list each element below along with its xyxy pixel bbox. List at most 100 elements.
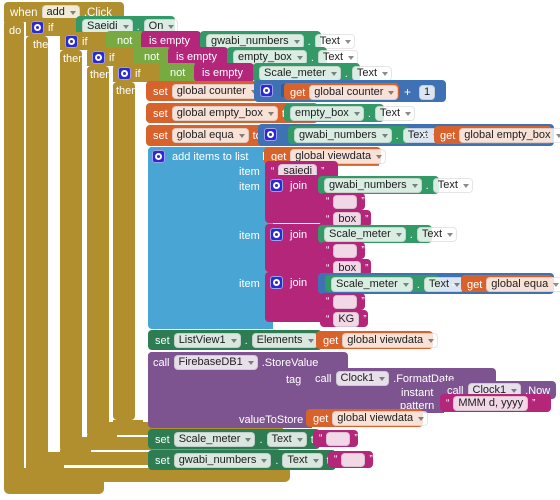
chevron-down-icon — [376, 154, 383, 159]
mutator-gear-icon[interactable] — [270, 228, 283, 241]
get-global-counter-dropdown[interactable]: global counter — [309, 85, 399, 100]
mutator-gear-icon[interactable] — [65, 35, 78, 48]
empty-box-component-dropdown[interactable]: empty_box — [290, 106, 364, 121]
set-scale-meter-text-block[interactable]: set Scale_meter . Text to — [148, 429, 320, 449]
quote-open: “ — [326, 245, 330, 256]
text-block-kg[interactable]: “ KG ” — [320, 310, 368, 327]
if-block-1-closing-foot — [26, 465, 64, 480]
dot-separator: . — [310, 51, 314, 64]
global-equa-dropdown[interactable]: global equa — [171, 128, 249, 143]
getter-empty-box-text-2[interactable]: empty_box . Text — [284, 104, 416, 122]
mutator-gear-icon[interactable] — [260, 84, 273, 97]
get-global-counter-block[interactable]: get global counter — [284, 83, 399, 100]
scale-meter-property-dropdown[interactable]: Text — [423, 277, 465, 292]
quote-open: “ — [326, 313, 330, 325]
get-global-equa-block[interactable]: get global equa — [461, 275, 560, 292]
global-counter-dropdown[interactable]: global counter — [171, 84, 261, 99]
text-block-date-pattern[interactable]: “ MMM d, yyyy ” — [440, 394, 551, 412]
set-listview1-elements-block[interactable]: set ListView1 . Elements to — [148, 330, 331, 350]
mutator-gear-icon[interactable] — [152, 150, 165, 163]
clock1-component-dropdown[interactable]: Clock1 — [335, 371, 390, 386]
mutator-gear-icon[interactable] — [92, 51, 105, 64]
join-label: join — [290, 228, 308, 241]
dot-separator: . — [416, 278, 420, 291]
not-label: not — [144, 51, 160, 63]
not-block-3[interactable]: not — [159, 63, 197, 82]
scale-meter-property-dropdown[interactable]: Text — [351, 66, 393, 81]
not-label: not — [117, 35, 133, 47]
listview-property-dropdown[interactable]: Elements — [251, 333, 318, 348]
gwabi-property-dropdown[interactable]: Text — [432, 178, 473, 193]
blocks-canvas[interactable]: when add .Click do if then Saeidi . On i… — [0, 0, 560, 500]
if-2-label: if — [82, 35, 88, 48]
set-gwabi-numbers-text-block[interactable]: set gwabi_numbers . Text to — [148, 450, 336, 470]
gwabi-component-dropdown[interactable]: gwabi_numbers — [173, 453, 272, 468]
number-block-1[interactable]: 1 — [414, 83, 440, 100]
text-block-empty-4[interactable]: “ ” — [313, 430, 358, 447]
number-value-field[interactable]: 1 — [419, 85, 436, 100]
text-value-field[interactable]: MMM d, yyyy — [453, 396, 529, 411]
scale-meter-component-dropdown[interactable]: Scale_meter — [259, 66, 341, 81]
empty-box-property-dropdown[interactable]: Text — [374, 106, 416, 121]
is-empty-block-3[interactable]: is empty — [194, 63, 254, 82]
mutator-gear-icon[interactable] — [264, 128, 277, 141]
scale-meter-component-dropdown[interactable]: Scale_meter — [331, 277, 413, 292]
chevron-down-icon — [379, 376, 386, 381]
join-2-header: join — [270, 228, 307, 241]
get-global-empty-box-block[interactable]: get global empty_box — [434, 126, 560, 144]
mutator-gear-icon[interactable] — [270, 179, 283, 192]
text-value-field[interactable] — [333, 244, 358, 258]
gwabi-property-dropdown[interactable]: Text — [282, 453, 323, 468]
quote-close: ” — [369, 454, 373, 465]
chevron-down-icon — [293, 39, 300, 44]
text-value-field[interactable] — [333, 195, 358, 209]
listview-component-dropdown[interactable]: ListView1 — [173, 333, 241, 348]
chevron-down-icon — [122, 24, 129, 29]
is-empty-label: is empty — [149, 35, 190, 47]
text-value-field[interactable] — [333, 295, 358, 309]
firebase-component-dropdown[interactable]: FirebaseDB1 — [173, 355, 258, 370]
text-block-empty-3[interactable]: “ ” — [320, 293, 365, 310]
get-global-equa-dropdown[interactable]: global equa — [486, 277, 560, 292]
get-global-viewdata-dropdown[interactable]: global viewdata — [332, 411, 429, 426]
get-global-viewdata-block-2[interactable]: get global viewdata — [316, 331, 439, 349]
get-global-viewdata-block-3[interactable]: get global viewdata — [306, 409, 429, 427]
mutator-gear-icon[interactable] — [31, 21, 44, 34]
text-block-empty-5[interactable]: “ ” — [328, 451, 373, 468]
join-1-header: join — [270, 179, 307, 192]
quote-close: ” — [354, 433, 358, 444]
mutator-gear-icon[interactable] — [118, 67, 131, 80]
getter-gwabi-numbers-text-3[interactable]: gwabi_numbers . Text — [318, 176, 473, 194]
getter-scale-meter-text-2[interactable]: Scale_meter . Text — [318, 225, 458, 243]
get-global-viewdata-dropdown[interactable]: global viewdata — [342, 333, 439, 348]
chevron-down-icon — [296, 55, 303, 60]
get-label: get — [323, 334, 339, 347]
event-do-label: do — [9, 25, 22, 37]
getter-gwabi-numbers-text-2[interactable]: gwabi_numbers . Text — [288, 126, 443, 144]
text-block-empty-2[interactable]: “ ” — [320, 242, 365, 259]
quote-open: “ — [326, 296, 330, 307]
item-label-1: item — [239, 166, 260, 178]
chevron-down-icon — [307, 338, 314, 343]
mutator-gear-icon[interactable] — [270, 276, 283, 289]
get-global-empty-box-dropdown[interactable]: global empty_box — [459, 128, 560, 143]
set-label: set — [155, 334, 170, 347]
chevron-down-icon — [348, 55, 355, 60]
text-value-field[interactable] — [341, 453, 366, 467]
global-empty-box-dropdown[interactable]: global empty_box — [171, 106, 278, 121]
scale-meter-property-dropdown[interactable]: Text — [416, 227, 458, 242]
scale-meter-component-dropdown[interactable]: Scale_meter — [324, 227, 406, 242]
add-items-header-row: add items to list list — [152, 150, 276, 163]
getter-scale-meter-text-3[interactable]: Scale_meter . Text — [325, 275, 465, 292]
chevron-down-icon — [344, 39, 351, 44]
scale-meter-component-dropdown[interactable]: Scale_meter — [173, 432, 256, 447]
chevron-down-icon — [382, 71, 389, 76]
gwabi-component-dropdown[interactable]: gwabi_numbers — [294, 128, 392, 143]
text-block-empty-1[interactable]: “ ” — [320, 193, 365, 210]
text-value-field[interactable]: KG — [333, 312, 360, 327]
gwabi-component-dropdown[interactable]: gwabi_numbers — [324, 178, 422, 193]
event-when-label: when — [10, 6, 38, 19]
scale-meter-property-dropdown[interactable]: Text — [266, 432, 307, 447]
text-value-field[interactable] — [326, 432, 351, 446]
set-label: set — [153, 129, 168, 142]
